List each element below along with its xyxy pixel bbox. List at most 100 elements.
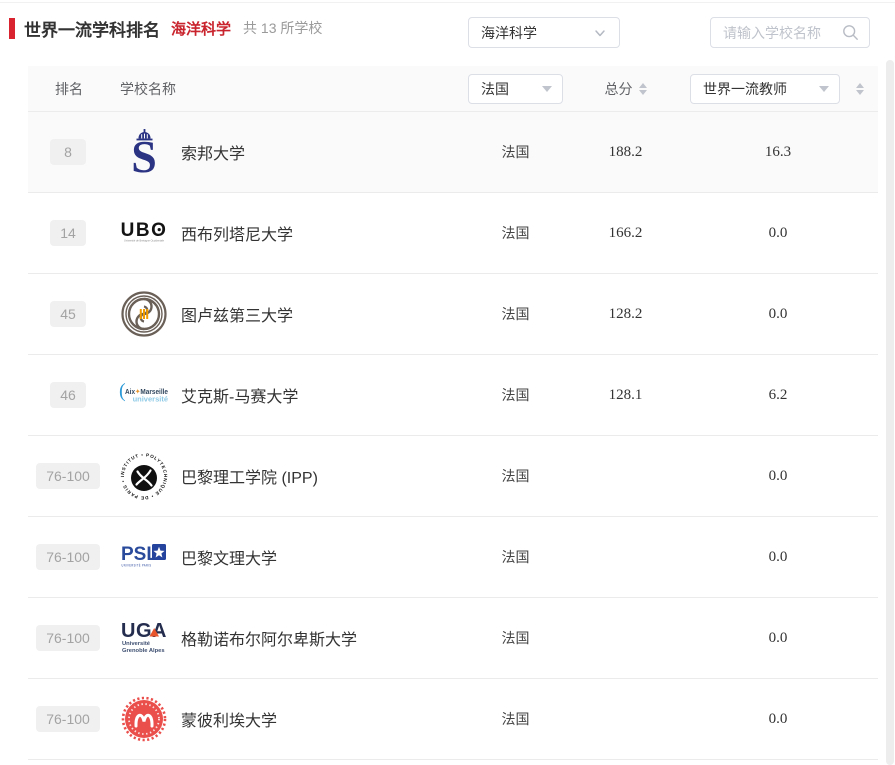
country-cell: 法国 <box>458 304 573 324</box>
score-header-label: 总分 <box>605 79 633 99</box>
score-sort-icon[interactable] <box>639 79 647 99</box>
svg-text:université: université <box>133 395 168 404</box>
rank-badge: 76-100 <box>36 544 100 570</box>
svg-text:UNIVERSITÉ PARIS: UNIVERSITÉ PARIS <box>122 563 152 568</box>
subject-select[interactable]: 海洋科学 <box>468 17 620 48</box>
table-row[interactable]: 46 ( Aix✦Marseille université 艾克斯-马赛大学 法… <box>28 355 878 436</box>
country-cell: 法国 <box>458 223 573 243</box>
table-body: 8 S 索邦大学 法国 188.2 16.3 14 <box>28 112 878 760</box>
rank-cell: 76-100 <box>28 625 108 651</box>
search-input[interactable] <box>723 25 842 41</box>
rank-cell: 45 <box>28 301 108 327</box>
sorbonne-logo: S <box>120 128 168 176</box>
table-header-row: 排名 学校名称 法国 总分 世界一流教师 <box>28 66 878 112</box>
table-row[interactable]: 45 图卢兹第三大学 法国 128.2 0.0 <box>28 274 878 355</box>
montpellier-logo <box>120 695 168 743</box>
country-cell: 法国 <box>458 709 573 729</box>
table-row[interactable]: 76-100 PSL UNIVERSITÉ PARIS 巴黎文理大学 法国 0.… <box>28 517 878 598</box>
school-logo: PSL UNIVERSITÉ PARIS <box>120 533 168 581</box>
school-cell[interactable]: UBO Université de Bretagne Occidentale 西… <box>108 209 458 257</box>
indicator-cell: 0.0 <box>678 306 878 323</box>
accent-bar <box>9 18 15 39</box>
country-filter-cell: 法国 <box>458 74 573 104</box>
search-icon[interactable] <box>842 24 859 41</box>
country-cell: 法国 <box>458 628 573 648</box>
indicator-column-header: 世界一流教师 <box>678 74 878 104</box>
caret-down-icon <box>542 86 552 97</box>
school-name[interactable]: 格勒诺布尔阿尔卑斯大学 <box>181 626 357 650</box>
caret-down-icon <box>819 86 829 97</box>
country-cell: 法国 <box>458 466 573 486</box>
school-cell[interactable]: ( Aix✦Marseille université 艾克斯-马赛大学 <box>108 371 458 419</box>
school-cell[interactable]: PSL UNIVERSITÉ PARIS 巴黎文理大学 <box>108 533 458 581</box>
svg-text:UGA: UGA <box>121 620 167 642</box>
rank-badge: 76-100 <box>36 706 100 732</box>
rank-badge: 14 <box>50 220 86 246</box>
table-row[interactable]: 8 S 索邦大学 法国 188.2 16.3 <box>28 112 878 193</box>
ipp-logo: INSTITUT • POLYTECHNIQUE • DE PARIS • <box>120 452 168 500</box>
school-name[interactable]: 图卢兹第三大学 <box>181 302 293 326</box>
school-name[interactable]: 巴黎理工学院 (IPP) <box>181 464 318 488</box>
indicator-filter-dropdown[interactable]: 世界一流教师 <box>690 74 840 104</box>
rank-badge: 76-100 <box>36 463 100 489</box>
indicator-cell: 0.0 <box>678 549 878 566</box>
score-cell: 128.1 <box>573 387 678 404</box>
svg-text:Université: Université <box>122 641 151 647</box>
school-logo: S <box>120 128 168 176</box>
table-row[interactable]: 76-100 INSTITUT • POLYTECHNIQUE • DE PAR… <box>28 436 878 517</box>
indicator-cell: 6.2 <box>678 387 878 404</box>
school-cell[interactable]: UGA Université Grenoble Alpes 格勒诺布尔阿尔卑斯大… <box>108 614 458 662</box>
country-filter-value: 法国 <box>481 79 542 99</box>
school-logo <box>120 695 168 743</box>
school-name[interactable]: 巴黎文理大学 <box>181 545 277 569</box>
school-logo: ( Aix✦Marseille université <box>120 371 168 419</box>
rank-badge: 46 <box>50 382 86 408</box>
rank-cell: 76-100 <box>28 544 108 570</box>
rank-badge: 76-100 <box>36 625 100 651</box>
toulouse3-logo <box>120 290 168 338</box>
school-cell[interactable]: S 索邦大学 <box>108 128 458 176</box>
indicator-sort-icon[interactable] <box>856 79 864 99</box>
svg-text:Université de Bretagne Occiden: Université de Bretagne Occidentale <box>124 239 164 243</box>
psl-logo: PSL UNIVERSITÉ PARIS <box>120 533 168 581</box>
indicator-cell: 0.0 <box>678 630 878 647</box>
rank-column-header: 排名 <box>28 79 108 99</box>
country-cell: 法国 <box>458 142 573 162</box>
ubo-logo: UBO Université de Bretagne Occidentale <box>120 209 168 257</box>
svg-text:Grenoble Alpes: Grenoble Alpes <box>122 648 165 654</box>
school-column-header: 学校名称 <box>108 79 458 99</box>
school-name[interactable]: 蒙彼利埃大学 <box>181 707 277 731</box>
rank-cell: 76-100 <box>28 706 108 732</box>
rank-cell: 76-100 <box>28 463 108 489</box>
rank-badge: 8 <box>50 139 86 165</box>
school-name[interactable]: 西布列塔尼大学 <box>181 221 293 245</box>
rank-badge: 45 <box>50 301 86 327</box>
score-cell: 188.2 <box>573 144 678 161</box>
uga-logo: UGA Université Grenoble Alpes <box>120 614 168 662</box>
table-row[interactable]: 76-100 UGA Université Grenoble Alpes 格勒诺… <box>28 598 878 679</box>
table-row[interactable]: 14 UBO Université de Bretagne Occidental… <box>28 193 878 274</box>
country-cell: 法国 <box>458 385 573 405</box>
chevron-down-icon <box>593 26 607 40</box>
school-cell[interactable]: INSTITUT • POLYTECHNIQUE • DE PARIS • 巴黎… <box>108 452 458 500</box>
school-logo: UBO Université de Bretagne Occidentale <box>120 209 168 257</box>
indicator-cell: 0.0 <box>678 468 878 485</box>
country-cell: 法国 <box>458 547 573 567</box>
school-cell[interactable]: 图卢兹第三大学 <box>108 290 458 338</box>
school-name[interactable]: 索邦大学 <box>181 140 245 164</box>
school-logo <box>120 290 168 338</box>
rank-cell: 14 <box>28 220 108 246</box>
indicator-filter-value: 世界一流教师 <box>703 79 819 99</box>
school-logo: UGA Université Grenoble Alpes <box>120 614 168 662</box>
school-name[interactable]: 艾克斯-马赛大学 <box>181 383 298 407</box>
school-cell[interactable]: 蒙彼利埃大学 <box>108 695 458 743</box>
score-cell: 128.2 <box>573 306 678 323</box>
indicator-cell: 16.3 <box>678 144 878 161</box>
country-filter-dropdown[interactable]: 法国 <box>468 74 563 104</box>
rank-cell: 8 <box>28 139 108 165</box>
search-box <box>710 17 870 48</box>
vertical-scrollbar[interactable] <box>886 60 894 765</box>
school-logo: INSTITUT • POLYTECHNIQUE • DE PARIS • <box>120 452 168 500</box>
indicator-cell: 0.0 <box>678 711 878 728</box>
table-row[interactable]: 76-100 蒙彼利埃大学 法国 0.0 <box>28 679 878 760</box>
